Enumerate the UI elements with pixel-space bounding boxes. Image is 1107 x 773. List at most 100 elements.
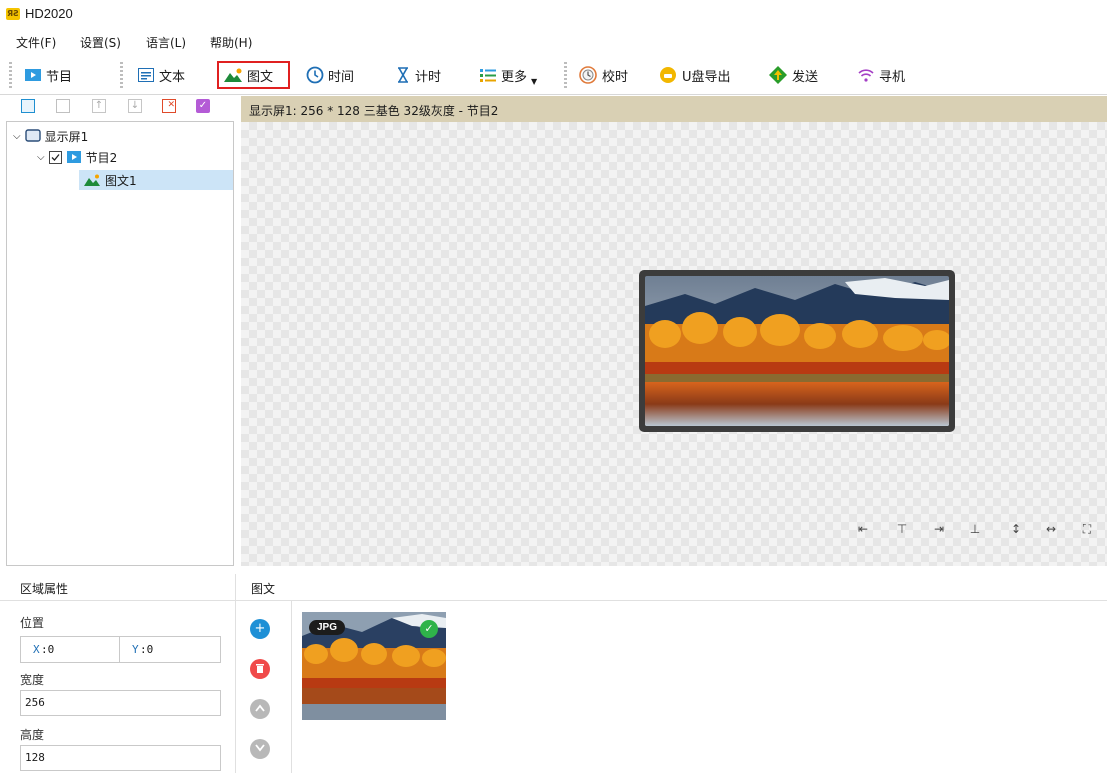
fit-height-icon[interactable]: ↕ [1007, 520, 1025, 538]
graphic-button[interactable]: 图文 [217, 61, 290, 89]
attributes-panel: 位置 X :0 Y :0 宽度 256 高度 128 [0, 601, 235, 773]
menu-file[interactable]: 文件(F) [16, 34, 56, 51]
usb-export-label: U盘导出 [682, 69, 731, 85]
content-header: 图文 [235, 574, 1107, 601]
panel-divider[interactable] [235, 574, 236, 773]
search-device-label: 寻机 [879, 69, 906, 85]
content-title: 图文 [251, 582, 276, 596]
canvas-header: 显示屏1: 256 * 128 三基色 32级灰度 - 节目2 [241, 96, 1107, 122]
tree-program-label: 节目2 [85, 150, 118, 165]
clock-icon [306, 66, 324, 84]
toolbar-grip-3[interactable] [564, 62, 567, 88]
hourglass-icon [395, 66, 411, 84]
copy-icon[interactable] [21, 99, 35, 113]
graphic-label: 图文 [247, 69, 274, 85]
screen-info: 显示屏1: 256 * 128 三基色 32级灰度 - 节目2 [249, 104, 499, 118]
move-up-icon[interactable]: ↑ [92, 99, 106, 113]
more-label: 更多 [501, 69, 528, 85]
width-input[interactable]: 256 [20, 690, 221, 716]
send-icon [768, 65, 788, 85]
program-label: 节目 [46, 69, 73, 85]
program-button[interactable]: 节目 [20, 61, 76, 89]
alignment-toolbar: ⇤ ⊤ ⇥ ⊥ ↕ ↔ ⛶ [848, 514, 1104, 544]
tree-item-graphic[interactable]: 图文1 [79, 170, 233, 190]
usb-export-button[interactable]: U盘导出 [654, 61, 735, 89]
send-label: 发送 [792, 69, 819, 85]
app-logo-icon: ЯƧ [6, 8, 20, 20]
main-toolbar: 节目 文本 图文 时间 计时 更多 ▼ 校时 U盘导出 发送 寻机 [0, 56, 1107, 95]
monitor-icon [24, 129, 41, 143]
x-value: :0 [41, 643, 55, 656]
delete-icon[interactable]: ✕ [162, 99, 176, 113]
align-left-icon[interactable]: ⇤ [854, 520, 872, 538]
timer-button[interactable]: 计时 [391, 61, 445, 89]
tree-screen-label: 显示屏1 [44, 129, 89, 144]
menu-settings[interactable]: 设置(S) [80, 34, 121, 51]
program-icon [24, 67, 42, 83]
attributes-title: 区域属性 [20, 582, 69, 596]
position-label: 位置 [20, 616, 45, 630]
fit-screen-icon[interactable]: ⛶ [1078, 520, 1096, 538]
timer-label: 计时 [415, 69, 442, 85]
title-bar: ЯƧ HD2020 [0, 0, 1107, 30]
text-button[interactable]: 文本 [133, 61, 189, 89]
toolbar-grip[interactable] [9, 62, 12, 88]
window-title: HD2020 [25, 6, 73, 21]
position-field: X :0 Y :0 [20, 636, 221, 663]
move-down-icon[interactable]: ↓ [128, 99, 142, 113]
program-icon [66, 150, 82, 164]
image-icon [223, 67, 243, 83]
x-label: X [33, 643, 40, 656]
sync-clock-icon [578, 65, 598, 85]
y-value: :0 [140, 643, 154, 656]
move-up-button[interactable] [250, 699, 270, 719]
media-thumbnail[interactable]: JPG ✓ [302, 612, 446, 720]
wifi-icon [857, 67, 875, 83]
program-tree: ⌵ 显示屏1 ⌵ 节目2 图文1 [6, 121, 234, 566]
selected-check-icon: ✓ [420, 620, 438, 638]
tree-item-screen[interactable]: ⌵ 显示屏1 [13, 126, 88, 146]
menu-help[interactable]: 帮助(H) [210, 34, 252, 51]
y-label: Y [132, 643, 139, 656]
text-label: 文本 [159, 69, 186, 85]
sync-time-label: 校时 [602, 69, 629, 85]
preview-image[interactable] [645, 276, 949, 426]
image-icon [83, 173, 101, 187]
chevron-down-icon[interactable]: ⌵ [37, 152, 45, 163]
tree-item-program[interactable]: ⌵ 节目2 [37, 147, 117, 167]
usb-disk-icon [658, 65, 678, 85]
toolbar-grip-2[interactable] [120, 62, 123, 88]
move-down-button[interactable] [250, 739, 270, 759]
fit-width-icon[interactable]: ↔ [1042, 520, 1060, 538]
height-input[interactable]: 128 [20, 745, 221, 771]
text-icon [137, 67, 155, 83]
x-field[interactable]: X :0 [21, 637, 120, 662]
more-button[interactable]: 更多 ▼ [475, 61, 541, 89]
add-media-button[interactable]: + [250, 619, 270, 639]
media-actions: + [241, 601, 292, 773]
delete-media-button[interactable] [250, 659, 270, 679]
y-field[interactable]: Y :0 [120, 637, 220, 662]
send-button[interactable]: 发送 [764, 61, 822, 89]
search-device-button[interactable]: 寻机 [853, 61, 909, 89]
clock-button[interactable]: 时间 [302, 61, 358, 89]
menu-language[interactable]: 语言(L) [146, 34, 186, 51]
file-type-badge: JPG [309, 620, 346, 635]
sync-time-button[interactable]: 校时 [574, 61, 632, 89]
checkbox-checked-icon[interactable] [48, 150, 62, 164]
width-label: 宽度 [20, 673, 45, 687]
height-label: 高度 [20, 728, 45, 742]
tree-toolbar: ↑ ↓ ✕ ✓ [6, 95, 234, 119]
attributes-header: 区域属性 [0, 574, 235, 601]
align-top-icon[interactable]: ⊤ [893, 520, 911, 538]
more-icon [479, 67, 497, 83]
align-bottom-icon[interactable]: ⊥ [966, 520, 984, 538]
menu-bar: 文件(F) 设置(S) 语言(L) 帮助(H) [0, 30, 1107, 54]
clock-label: 时间 [328, 69, 355, 85]
paste-icon[interactable] [56, 99, 70, 113]
tree-graphic-label: 图文1 [105, 173, 137, 188]
dropdown-arrow-icon[interactable]: ▼ [531, 77, 537, 86]
check-all-icon[interactable]: ✓ [196, 99, 210, 113]
align-right-icon[interactable]: ⇥ [930, 520, 948, 538]
chevron-down-icon[interactable]: ⌵ [13, 131, 21, 142]
